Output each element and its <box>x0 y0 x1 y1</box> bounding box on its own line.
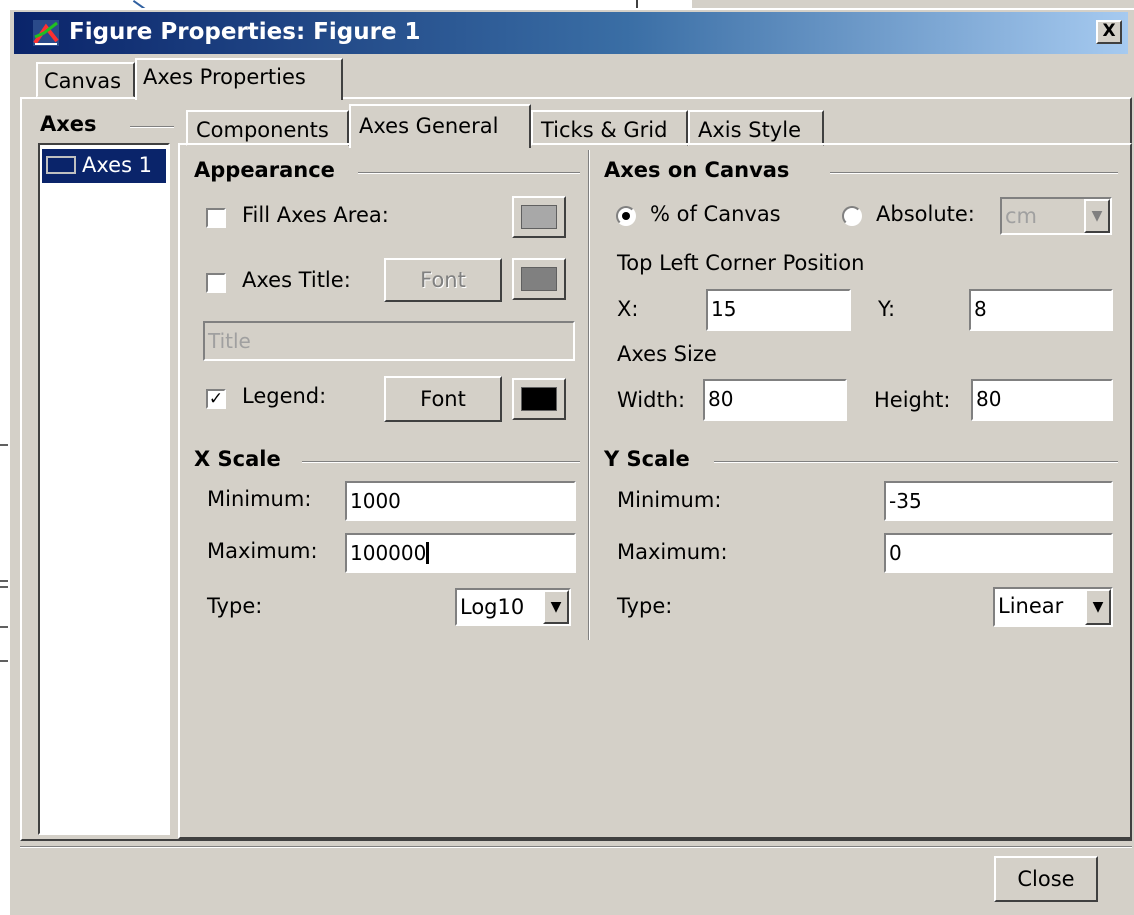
x-scale-title: X Scale <box>194 447 287 471</box>
x-max-input[interactable]: 100000 <box>345 533 576 573</box>
column-separator <box>588 150 590 640</box>
x-position-label: X: <box>617 297 639 321</box>
chevron-down-icon[interactable]: ▼ <box>1085 589 1111 625</box>
legend-color-button[interactable] <box>512 378 566 420</box>
y-max-label: Maximum: <box>617 540 728 564</box>
legend-checkbox[interactable]: ✓ <box>206 389 226 409</box>
unit-select[interactable]: cm ▼ <box>1000 197 1112 235</box>
y-scale-rule <box>714 461 1118 463</box>
list-item-label: Axes 1 <box>82 153 153 177</box>
x-max-value: 100000 <box>350 541 427 565</box>
axes-list-title: Axes <box>40 112 103 136</box>
legend-label: Legend: <box>242 384 327 408</box>
axes-on-canvas-title: Axes on Canvas <box>604 158 796 182</box>
appearance-title: Appearance <box>194 158 341 182</box>
background-mark <box>0 586 8 588</box>
background-mark <box>0 626 8 628</box>
top-left-corner-label: Top Left Corner Position <box>617 251 865 275</box>
absolute-label: Absolute: <box>876 202 975 226</box>
tab-axis-style[interactable]: Axis Style <box>688 110 824 146</box>
axes-icon <box>46 156 76 174</box>
y-type-label: Type: <box>617 594 673 618</box>
tab-axes-general[interactable]: Axes General <box>349 104 531 148</box>
legend-color-swatch <box>521 387 557 411</box>
chevron-down-icon[interactable]: ▼ <box>543 590 569 624</box>
x-type-label: Type: <box>207 594 263 618</box>
appearance-rule <box>358 172 580 174</box>
tab-axes-properties[interactable]: Axes Properties <box>135 58 343 100</box>
x-scale-rule <box>302 461 580 463</box>
axes-size-label: Axes Size <box>617 342 717 366</box>
fill-color-swatch <box>521 205 557 229</box>
fill-axes-area-label: Fill Axes Area: <box>242 203 389 227</box>
tab-canvas[interactable]: Canvas <box>36 62 135 98</box>
x-type-select[interactable]: Log10 ▼ <box>455 588 571 626</box>
window-title: Figure Properties: Figure 1 <box>69 19 421 45</box>
tab-ticks-grid[interactable]: Ticks & Grid <box>531 110 688 146</box>
background-window-edge <box>692 0 1134 8</box>
fill-axes-area-checkbox[interactable] <box>206 208 226 228</box>
x-min-label: Minimum: <box>207 487 312 511</box>
radio-dot <box>622 212 630 220</box>
x-min-input[interactable]: 1000 <box>345 481 576 521</box>
y-min-input[interactable]: -35 <box>884 481 1113 521</box>
y-max-input[interactable]: 0 <box>884 533 1113 573</box>
axes-title-color-swatch <box>521 267 557 291</box>
x-type-value: Log10 <box>460 595 525 619</box>
axes-title-label: Axes Title: <box>242 268 351 292</box>
width-input[interactable]: 80 <box>703 379 847 421</box>
close-button[interactable]: Close <box>994 856 1098 902</box>
absolute-radio[interactable] <box>842 206 862 226</box>
axes-title-checkbox[interactable] <box>206 273 226 293</box>
legend-font-button[interactable]: Font <box>384 376 502 422</box>
height-input[interactable]: 80 <box>971 379 1113 421</box>
text-caret <box>426 542 430 564</box>
axes-on-canvas-rule <box>830 172 1118 174</box>
tab-components[interactable]: Components <box>186 110 349 146</box>
fill-color-button[interactable] <box>512 196 566 238</box>
width-label: Width: <box>617 388 686 412</box>
title-bar[interactable]: Figure Properties: Figure 1 X <box>14 12 1128 54</box>
unit-value: cm <box>1005 204 1038 228</box>
list-item-axes-1[interactable]: Axes 1 <box>42 149 166 183</box>
percent-of-canvas-radio[interactable] <box>616 206 636 226</box>
y-position-input[interactable]: 8 <box>969 289 1113 331</box>
background-mark <box>0 660 8 662</box>
close-window-button[interactable]: X <box>1096 20 1122 44</box>
figure-app-icon <box>33 20 59 46</box>
x-max-label: Maximum: <box>207 539 318 563</box>
y-type-value: Linear <box>998 594 1064 618</box>
y-min-label: Minimum: <box>617 488 722 512</box>
background-mark <box>0 444 8 446</box>
y-position-label: Y: <box>878 297 896 321</box>
y-type-select[interactable]: Linear ▼ <box>993 587 1113 627</box>
percent-of-canvas-label: % of Canvas <box>650 202 781 226</box>
y-scale-title: Y Scale <box>604 447 696 471</box>
axes-title-rule <box>130 126 174 128</box>
axes-title-input[interactable]: Title <box>203 321 575 361</box>
x-position-input[interactable]: 15 <box>706 289 851 331</box>
axes-title-font-button[interactable]: Font <box>384 258 502 302</box>
axes-listbox[interactable]: Axes 1 <box>38 143 170 835</box>
chevron-down-icon[interactable]: ▼ <box>1084 199 1110 233</box>
axes-title-color-button[interactable] <box>512 258 566 300</box>
height-label: Height: <box>874 388 951 412</box>
footer-separator <box>20 846 1132 848</box>
background-mark <box>0 580 8 582</box>
